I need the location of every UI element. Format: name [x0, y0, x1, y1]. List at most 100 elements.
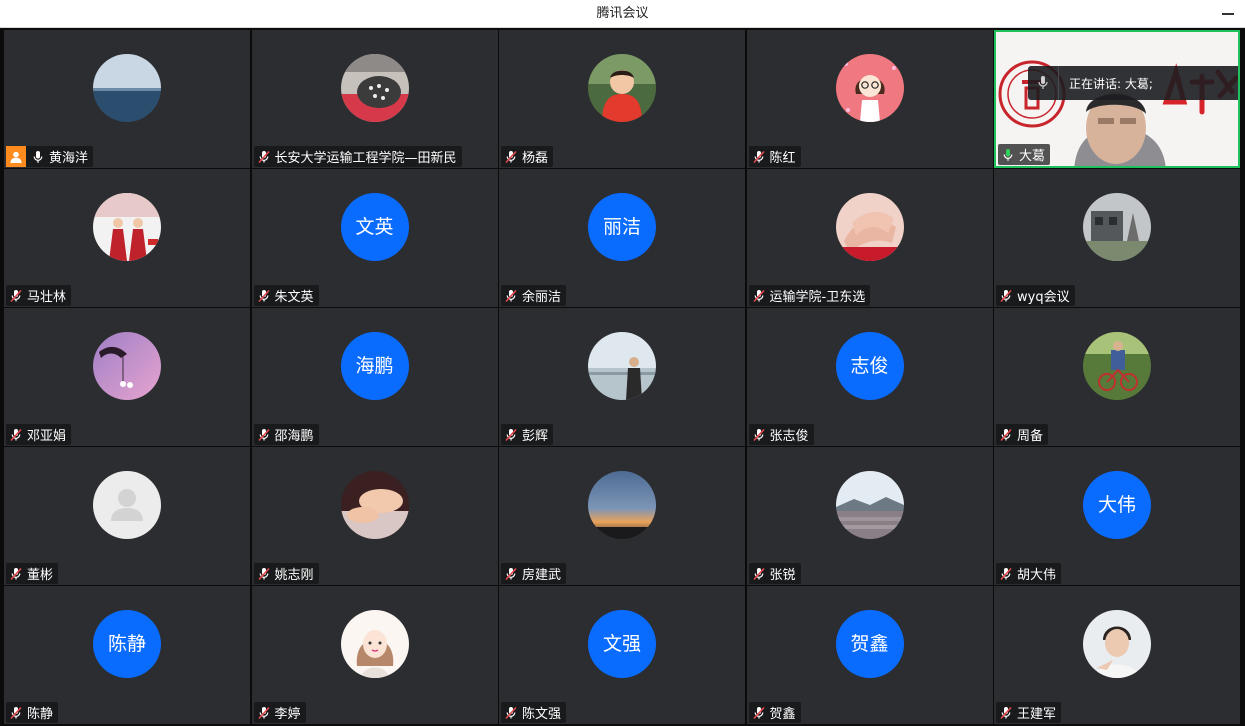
- participant-tile[interactable]: 王建军: [994, 586, 1240, 724]
- mic-muted-icon: [504, 706, 518, 720]
- participant-name: 陈静: [27, 707, 54, 722]
- title-bar: 腾讯会议: [0, 0, 1245, 28]
- participant-name: 黄海洋: [49, 151, 89, 166]
- name-tag: 陈文强: [501, 702, 567, 723]
- participant-tile[interactable]: 杨磊: [499, 30, 745, 168]
- avatar-landscape-photo: [835, 471, 904, 539]
- mic-muted-icon: [504, 289, 518, 303]
- participant-name: 杨磊: [522, 151, 549, 166]
- video-grid: 黄海洋 长安大学运输工程学院—田新民 杨磊 陈红 正在讲话: 大葛; 大葛马壮林 文英朱文英…: [4, 30, 1240, 724]
- name-tag: 邓亚娟: [6, 424, 72, 445]
- mic-muted-icon: [752, 428, 766, 442]
- mic-muted-icon: [999, 706, 1013, 720]
- mic-muted-icon: [257, 567, 271, 581]
- participant-name: wyq会议: [1017, 290, 1070, 305]
- participant-tile[interactable]: wyq会议: [994, 169, 1240, 307]
- participant-tile[interactable]: 海鹏邵海鹏: [251, 308, 498, 446]
- host-badge-icon: [6, 146, 26, 167]
- participant-name: 张志俊: [769, 429, 809, 444]
- mic-muted-icon: [752, 567, 766, 581]
- participant-name: 胡大伟: [1017, 568, 1057, 583]
- participant-tile[interactable]: 李婷: [251, 586, 498, 724]
- default-avatar-icon: [93, 471, 161, 539]
- name-tag: 邵海鹏: [253, 424, 319, 445]
- participant-tile[interactable]: 文英朱文英: [251, 169, 498, 307]
- participant-tile[interactable]: 志俊 张志俊: [746, 308, 993, 446]
- avatar-cyclist-photo: [1083, 332, 1151, 400]
- participant-tile[interactable]: 姚志刚: [251, 447, 498, 585]
- text-avatar: 文英: [340, 193, 409, 261]
- mic-muted-icon: [257, 289, 271, 303]
- mic-muted-icon: [999, 289, 1013, 303]
- participant-tile[interactable]: 正在讲话: 大葛; 大葛: [994, 30, 1240, 168]
- name-tag: 马壮林: [6, 285, 72, 306]
- mic-muted-icon: [257, 428, 271, 442]
- microphone-icon: [1028, 66, 1059, 100]
- participant-tile[interactable]: 丽洁余丽洁: [499, 169, 745, 307]
- text-avatar: 文强: [588, 610, 656, 678]
- participant-tile[interactable]: 周备: [994, 308, 1240, 446]
- participant-tile[interactable]: 邓亚娟: [4, 308, 250, 446]
- avatar-building-photo: [1083, 193, 1151, 261]
- participant-tile[interactable]: 马壮林: [4, 169, 250, 307]
- participant-tile[interactable]: 张锐: [746, 447, 993, 585]
- name-tag: 王建军: [996, 702, 1062, 723]
- mic-muted-icon: [9, 706, 23, 720]
- name-tag: 大葛: [998, 144, 1051, 165]
- name-tag: 余丽洁: [501, 285, 567, 306]
- name-tag: 彭辉: [501, 424, 554, 445]
- name-tag: 张志俊: [748, 424, 814, 445]
- participant-tile[interactable]: 董彬: [4, 447, 250, 585]
- microphone-icon: [31, 150, 45, 164]
- name-tag: 张锐: [748, 563, 801, 584]
- avatar-cartoon-woman-avatar: [340, 610, 409, 678]
- name-tag: 朱文英: [253, 285, 319, 306]
- avatar-baby-feet-photo: [340, 471, 409, 539]
- participant-tile[interactable]: 长安大学运输工程学院—田新民: [251, 30, 498, 168]
- participant-name: 贺鑫: [769, 707, 796, 722]
- name-tag: 贺鑫: [748, 702, 801, 723]
- participant-name: 陈文强: [522, 707, 562, 722]
- minimize-button[interactable]: [1217, 4, 1239, 24]
- participant-name: 彭辉: [522, 429, 549, 444]
- participant-tile[interactable]: 运输学院-卫东选: [746, 169, 993, 307]
- participant-name: 马壮林: [27, 290, 67, 305]
- participant-tile[interactable]: 大伟胡大伟: [994, 447, 1240, 585]
- participant-name: 运输学院-卫东选: [769, 290, 866, 305]
- participant-tile[interactable]: 文强陈文强: [499, 586, 745, 724]
- avatar-purple-sky-photo: [93, 332, 161, 400]
- speaking-indicator: 正在讲话: 大葛;: [1028, 66, 1238, 100]
- participant-name: 邵海鹏: [274, 429, 314, 444]
- text-avatar: 贺鑫: [835, 610, 904, 678]
- avatar-child-photo: [588, 54, 656, 122]
- text-avatar: 海鹏: [340, 332, 409, 400]
- participant-tile[interactable]: 黄海洋: [4, 30, 250, 168]
- mic-muted-icon: [999, 428, 1013, 442]
- avatar-performers-photo: [93, 193, 161, 261]
- mic-muted-icon: [752, 706, 766, 720]
- avatar-sea-horizon-photo: [93, 54, 161, 122]
- avatar-hands-photo: [835, 193, 904, 261]
- participant-tile[interactable]: 陈红: [746, 30, 993, 168]
- participant-tile[interactable]: 彭辉: [499, 308, 745, 446]
- text-avatar: 陈静: [93, 610, 161, 678]
- participant-name: 董彬: [27, 568, 54, 583]
- name-tag: 陈红: [748, 146, 801, 167]
- participant-tile[interactable]: 房建武: [499, 447, 745, 585]
- mic-muted-icon: [9, 567, 23, 581]
- mic-muted-icon: [504, 150, 518, 164]
- text-avatar: 大伟: [1083, 471, 1151, 539]
- mic-muted-icon: [9, 428, 23, 442]
- participant-tile[interactable]: 贺鑫 贺鑫: [746, 586, 993, 724]
- participant-tile[interactable]: 陈静 陈静: [4, 586, 250, 724]
- participant-name: 王建军: [1017, 707, 1057, 722]
- name-tag: 长安大学运输工程学院—田新民: [253, 146, 462, 167]
- name-tag: wyq会议: [996, 285, 1075, 306]
- name-tag: 胡大伟: [996, 563, 1062, 584]
- participant-name: 长安大学运输工程学院—田新民: [274, 151, 457, 166]
- text-avatar: 丽洁: [588, 193, 656, 261]
- mic-muted-icon: [257, 706, 271, 720]
- name-tag: 房建武: [501, 563, 567, 584]
- participant-name: 姚志刚: [274, 568, 314, 583]
- participant-name: 周备: [1017, 429, 1044, 444]
